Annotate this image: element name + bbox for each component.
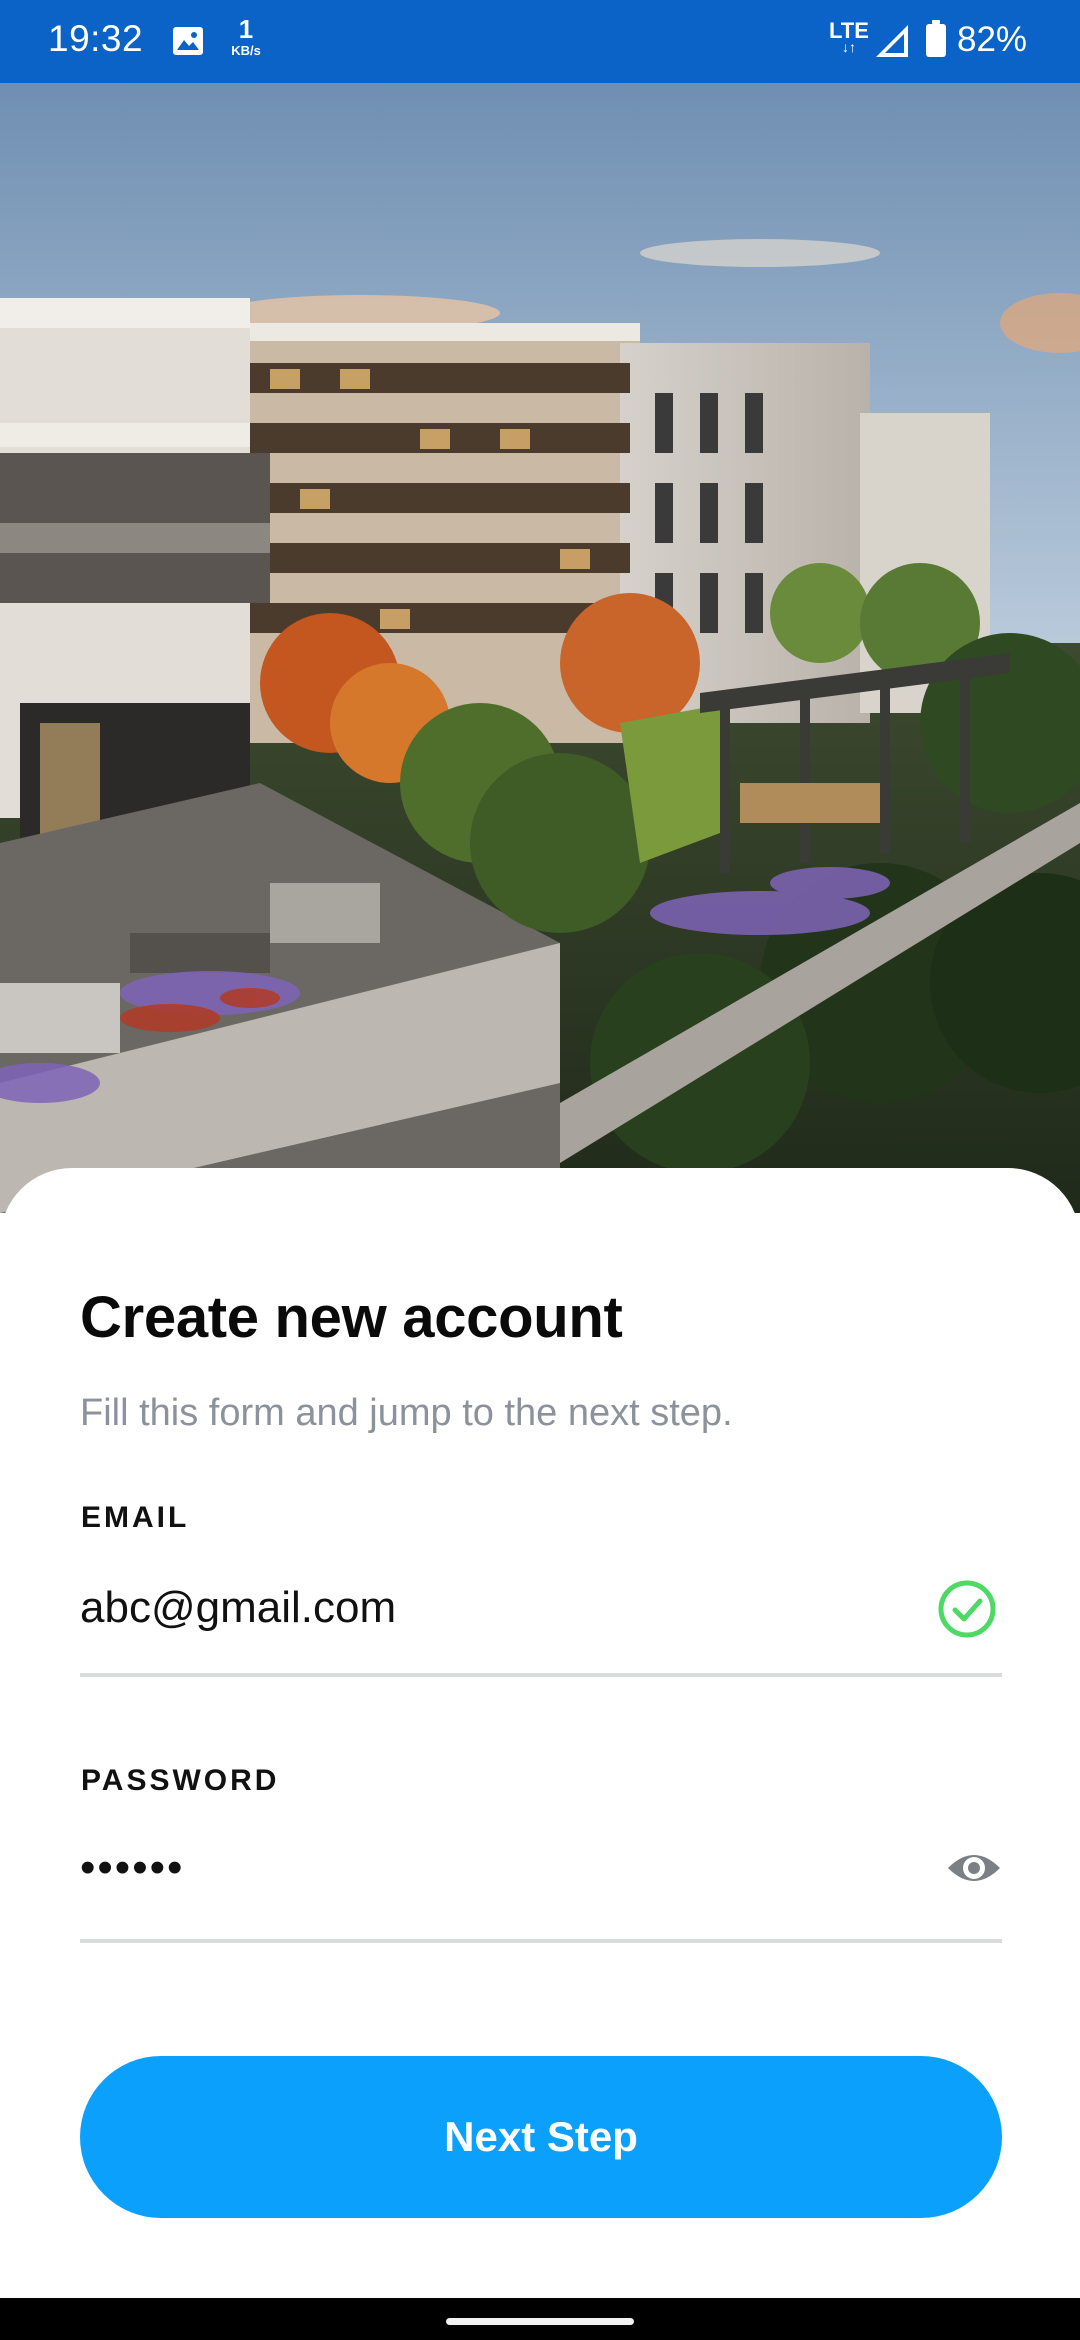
email-underline — [80, 1673, 1002, 1677]
signup-form-sheet: Create new account Fill this form and ju… — [0, 1168, 1080, 2298]
password-field[interactable] — [80, 1836, 900, 1900]
password-label: PASSWORD — [81, 1764, 280, 1797]
signal-icon — [876, 25, 908, 57]
next-step-button[interactable]: Next Step — [80, 2056, 1002, 2218]
network-type: LTE ↓↑ — [829, 18, 869, 55]
apartment-building-illustration — [0, 83, 1080, 1213]
show-password-icon[interactable] — [946, 1848, 1002, 1888]
password-underline — [80, 1939, 1002, 1943]
home-indicator[interactable] — [446, 2318, 634, 2325]
page-subtitle: Fill this form and jump to the next step… — [80, 1392, 733, 1434]
email-label: EMAIL — [81, 1501, 190, 1534]
email-field[interactable] — [80, 1578, 900, 1638]
signup-screen: 19:32 1 KB/s LTE ↓↑ 82% Create new accou… — [0, 0, 1080, 2340]
battery-percent: 82% — [957, 20, 1028, 59]
valid-check-icon — [938, 1580, 996, 1638]
battery-icon — [926, 20, 946, 57]
image-icon — [173, 27, 203, 55]
status-time: 19:32 — [48, 18, 144, 59]
status-bar: 19:32 1 KB/s LTE ↓↑ 82% — [0, 0, 1080, 83]
navigation-bar — [0, 2298, 1080, 2340]
page-title: Create new account — [80, 1285, 623, 1350]
network-speed: 1 KB/s — [231, 14, 261, 58]
hero-image — [0, 83, 1080, 1213]
